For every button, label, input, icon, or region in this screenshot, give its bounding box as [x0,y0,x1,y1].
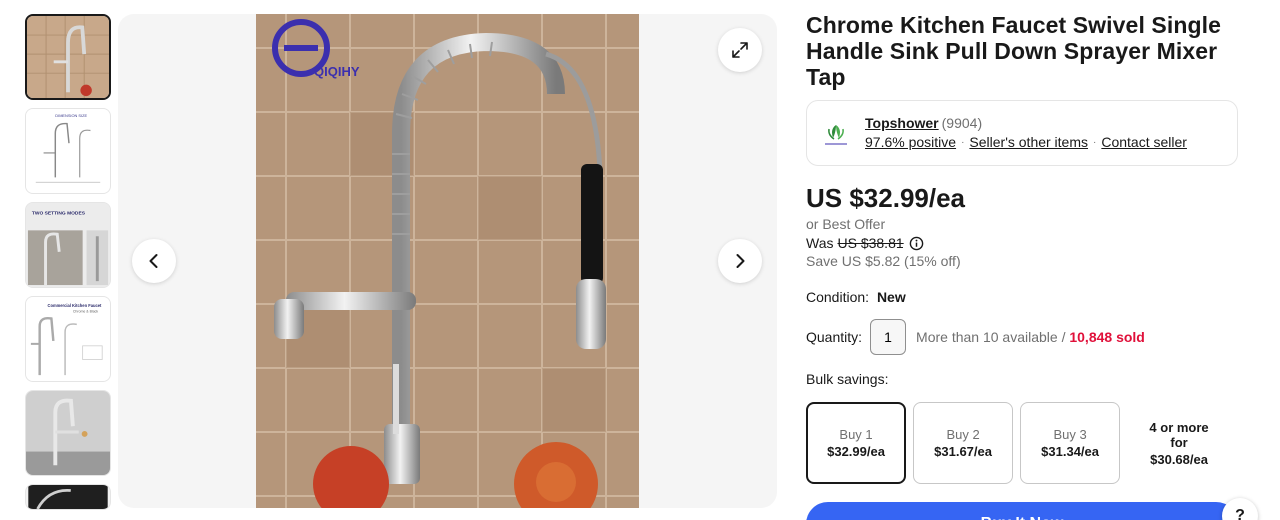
expand-icon [732,42,748,58]
watermark-text: QIQIHY [314,64,360,79]
expand-image-button[interactable] [718,28,762,72]
separator-dot: · [961,136,965,148]
bulk-option-qty-for: for [1170,434,1188,450]
chevron-right-icon [736,254,745,268]
help-button[interactable]: ? [1222,498,1258,520]
savings-text: Save US $5.82 (15% off) [806,253,961,269]
product-title: Chrome Kitchen Faucet Swivel Single Hand… [806,12,1222,90]
seller-card: Topshower (9904) 97.6% positive · Seller'… [806,100,1238,166]
seller-links: 97.6% positive · Seller's other items · … [865,134,1187,150]
was-price: US $38.81 [837,235,904,251]
main-image-viewer[interactable]: QIQIHY [118,14,777,508]
seller-feedback-count: (9904) [941,115,983,131]
bulk-option-4-plus[interactable]: 4 or more for $30.68/ea [1127,402,1231,484]
seller-logo[interactable] [819,117,853,151]
next-image-button[interactable] [718,239,762,283]
thumb-two-setting-modes[interactable]: TWO SETTING MODES [25,202,111,288]
bulk-option-3[interactable]: Buy 3 $31.34/ea [1020,402,1121,484]
was-price-row: Was US $38.81 [806,235,1238,251]
best-offer-text: or Best Offer [806,216,886,232]
bulk-option-qty: Buy 1 [839,427,873,442]
seller-name-link[interactable]: Topshower [865,115,939,131]
quantity-input[interactable] [870,319,907,355]
seller-name-row: Topshower (9904) [865,115,982,131]
was-label: Was [806,235,834,251]
bulk-savings-label: Bulk savings: [806,371,889,387]
bulk-option-qty: 4 or more [1149,419,1209,435]
bulk-option-qty: Buy 2 [946,427,980,442]
product-info-panel: Chrome Kitchen Faucet Swivel Single Hand… [806,12,1238,520]
info-icon[interactable] [909,236,924,251]
quantity-label: Quantity: [806,329,863,345]
bulk-option-1[interactable]: Buy 1 $32.99/ea [806,402,907,484]
previous-image-button[interactable] [132,239,176,283]
bulk-option-price: $30.68/ea [1150,451,1208,467]
thumb-commercial-label: Commercial Kitchen Faucet [47,303,102,308]
bulk-option-price: $32.99/ea [827,444,885,459]
thumb-faucet-closeup[interactable] [25,484,111,510]
contact-seller-link[interactable]: Contact seller [1101,134,1187,150]
chevron-left-icon [149,254,158,268]
thumb-faucet-in-sink[interactable] [25,390,111,476]
bulk-savings-options: Buy 1 $32.99/ea Buy 2 $31.67/ea Buy 3 $3… [806,402,1238,484]
thumb-two-modes-label: TWO SETTING MODES [32,211,86,217]
separator-dot: · [1093,136,1097,148]
thumb-chrome-black-label: Chrome & Black [73,310,99,314]
condition-label: Condition: [806,289,870,305]
bulk-option-price: $31.34/ea [1041,444,1099,459]
bulk-option-price: $31.67/ea [934,444,992,459]
available-text: More than 10 available / [916,329,1066,345]
thumb-commercial-chrome-black[interactable]: Commercial Kitchen Faucet Chrome & Black [25,296,111,382]
seller-positive-link[interactable]: 97.6% positive [865,134,956,150]
condition-row: Condition: New [806,289,1238,305]
thumb-dimension-label: DIMENSION SIZE [55,113,87,118]
bulk-option-qty: Buy 3 [1053,427,1087,442]
main-product-image: QIQIHY [256,14,639,508]
condition-value: New [876,289,906,305]
bulk-option-2[interactable]: Buy 2 $31.67/ea [913,402,1014,484]
quantity-row: Quantity: More than 10 available / 10,84… [806,319,1238,355]
thumbnail-strip: DIMENSION SIZE TWO SETTING MODES Commerc… [25,14,111,518]
buy-it-now-button[interactable]: Buy It Now [806,502,1238,520]
item-price: US $32.99/ea [806,183,966,213]
thumb-dimension-diagram[interactable]: DIMENSION SIZE [25,108,111,194]
availability-text: More than 10 available / 10,848 sold [916,329,1145,345]
thumb-faucet-main[interactable] [25,14,111,100]
sold-count: 10,848 sold [1069,329,1145,345]
seller-other-items-link[interactable]: Seller's other items [969,134,1088,150]
